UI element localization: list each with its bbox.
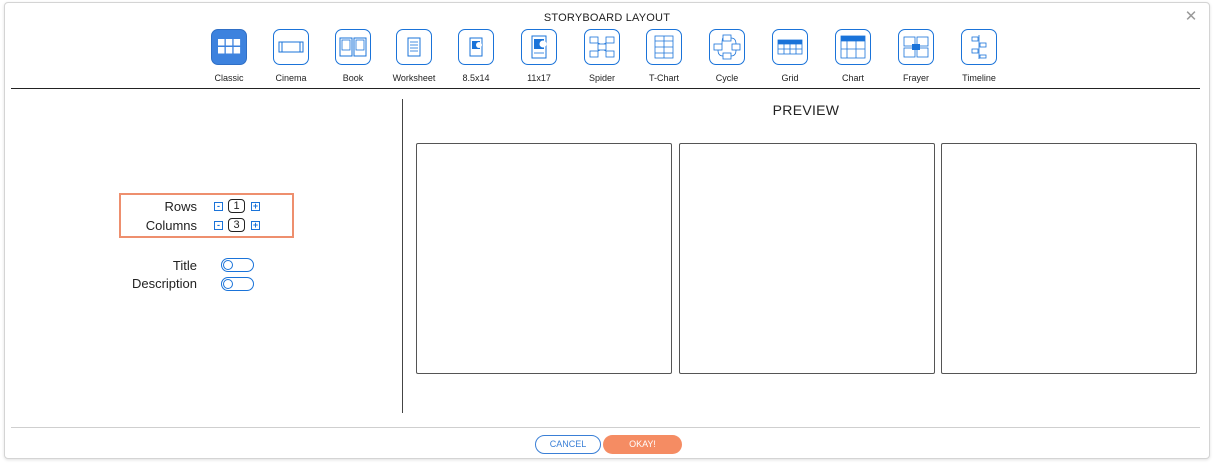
layout-spider[interactable]: Spider [572,29,632,83]
toggle-knob [223,279,233,289]
layout-cycle[interactable]: Cycle [697,29,757,83]
layout-book[interactable]: Book [323,29,383,83]
columns-value[interactable]: 3 [228,218,245,232]
preview-cell [679,143,935,374]
cinema-icon [273,29,309,65]
layout-t-chart[interactable]: T-Chart [634,29,694,83]
layout-8-5x14[interactable]: 8.5x14 [446,29,506,83]
layout-label: Timeline [962,73,996,83]
grid-icon [772,29,808,65]
header-divider [11,88,1200,89]
layout-cinema[interactable]: Cinema [261,29,321,83]
t-chart-icon [646,29,682,65]
legal-page-icon [458,29,494,65]
storyboard-layout-dialog: STORYBOARD LAYOUT ✕ Classic Cinema Book … [4,2,1210,459]
cancel-button[interactable]: CANCEL [535,435,601,454]
rows-increment-button[interactable]: + [251,202,260,211]
layout-classic[interactable]: Classic [199,29,259,83]
rows-decrement-button[interactable]: - [214,202,223,211]
title-toggle[interactable] [221,258,254,272]
footer-divider [11,427,1200,428]
layout-label: T-Chart [648,73,679,83]
layout-worksheet[interactable]: Worksheet [384,29,444,83]
classic-grid-icon [211,29,247,65]
layout-label: Worksheet [392,73,436,83]
columns-label: Columns [145,218,197,233]
book-icon [335,29,371,65]
layout-label: Cycle [715,73,739,83]
layout-grid[interactable]: Grid [760,29,820,83]
layout-11x17[interactable]: 11x17 [509,29,569,83]
title-setting: Title [65,258,197,274]
chart-icon [835,29,871,65]
layout-label: Classic [214,73,244,83]
columns-increment-button[interactable]: + [251,221,260,230]
toggle-knob [223,260,233,270]
timeline-icon [961,29,997,65]
preview-cell [416,143,672,374]
layout-timeline[interactable]: Timeline [949,29,1009,83]
layout-label: Cinema [275,73,307,83]
tabloid-page-icon [521,29,557,65]
layout-label: Grid [781,73,799,83]
spider-map-icon [584,29,620,65]
panel-divider [402,99,403,413]
preview-cell [941,143,1197,374]
description-label: Description [131,276,197,291]
rows-setting: Rows [65,199,197,215]
close-icon[interactable]: ✕ [1183,9,1199,25]
preview-heading: PREVIEW [772,102,840,118]
layout-label: Chart [841,73,864,83]
frayer-model-icon [898,29,934,65]
layout-label: Book [342,73,364,83]
okay-button[interactable]: OKAY! [603,435,682,454]
layout-picker: Classic Cinema Book Worksheet 8.5x14 11x… [5,29,1209,87]
layout-label: 11x17 [527,73,551,83]
description-setting: Description [65,276,197,292]
layout-label: Spider [588,73,615,83]
rows-value[interactable]: 1 [228,199,245,213]
columns-setting: Columns [65,218,197,234]
worksheet-icon [396,29,432,65]
layout-label: Frayer [902,73,929,83]
description-toggle[interactable] [221,277,254,291]
columns-decrement-button[interactable]: - [214,221,223,230]
layout-frayer[interactable]: Frayer [886,29,946,83]
layout-chart[interactable]: Chart [823,29,883,83]
cycle-icon [709,29,745,65]
rows-label: Rows [164,199,197,214]
layout-label: 8.5x14 [462,73,490,83]
dialog-title: STORYBOARD LAYOUT [543,12,671,24]
title-label: Title [172,258,197,273]
